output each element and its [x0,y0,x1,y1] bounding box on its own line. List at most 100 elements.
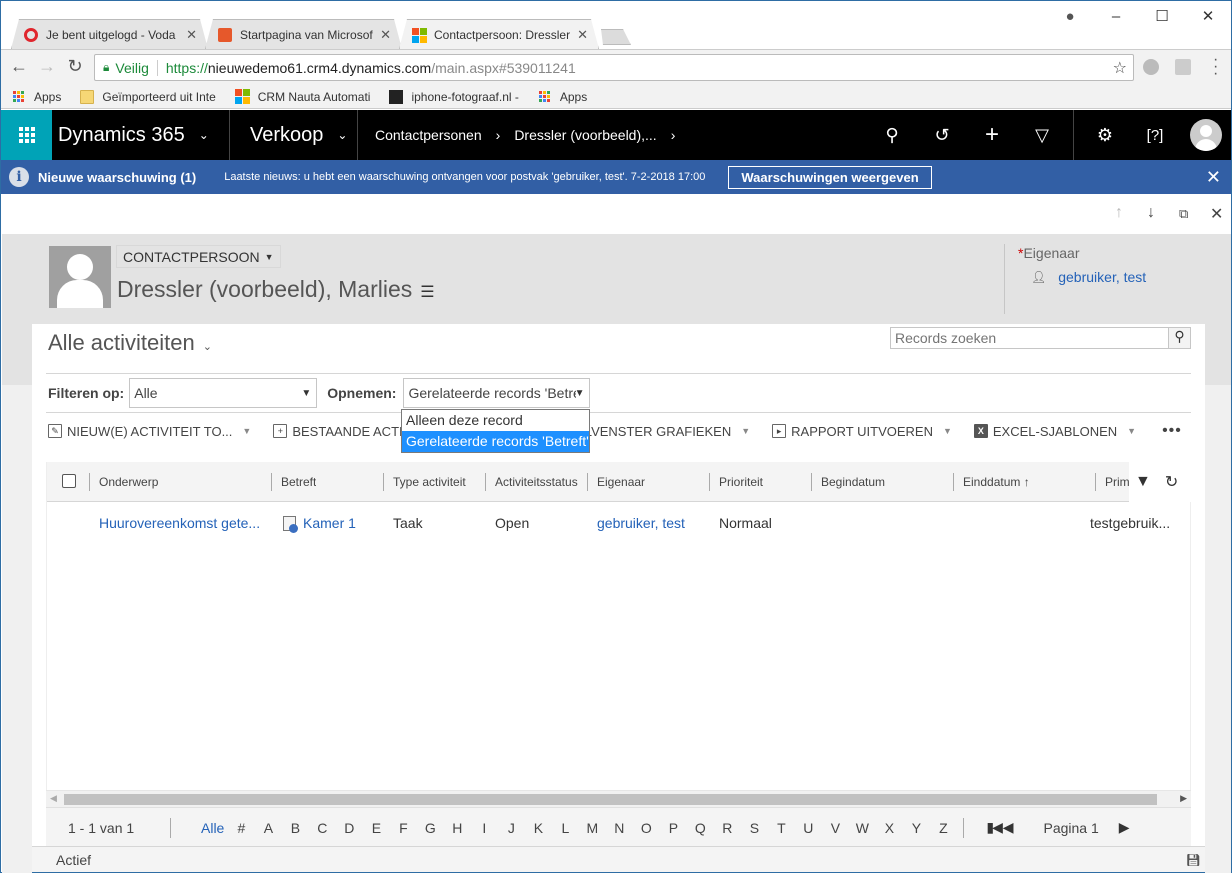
refresh-icon[interactable]: ↻ [1165,472,1178,492]
letter-filter[interactable]: K [531,820,545,836]
search-icon[interactable]: ⚲ [1168,328,1190,348]
rss-icon[interactable] [1175,59,1191,75]
column-header[interactable]: Prioriteit [709,462,763,502]
cell-owner-link[interactable]: gebruiker, test [597,502,685,544]
letter-filter[interactable]: F [396,820,410,836]
letter-filter[interactable]: W [855,820,869,836]
letter-filter[interactable]: U [801,820,815,836]
dropdown-option-selected[interactable]: Gerelateerde records 'Betreft' [402,431,589,452]
close-record-icon[interactable]: ✕ [1210,204,1223,224]
view-alerts-button[interactable]: Waarschuwingen weergeven [728,165,932,189]
profile-icon[interactable]: ● [1047,8,1093,25]
regarding-link[interactable]: Kamer 1 [303,515,356,531]
app-launcher-button[interactable] [1,110,52,160]
browser-tab[interactable]: Startpagina van Microsof ✕ [205,19,402,49]
column-header[interactable]: Type activiteit [383,462,466,502]
forward-button[interactable]: → [35,56,59,77]
browser-tab[interactable]: Je bent uitgelogd - Voda ✕ [11,19,208,49]
minimize-button[interactable]: – [1093,8,1139,25]
column-header[interactable]: Activiteitsstatus [485,462,578,502]
reload-button[interactable]: ↻ [63,56,87,77]
chevron-right-icon[interactable]: › [671,127,676,143]
letter-filter[interactable]: I [477,820,491,836]
letter-filter[interactable]: G [423,820,437,836]
column-header[interactable]: Onderwerp [89,462,158,502]
letter-filter[interactable]: C [315,820,329,836]
breadcrumb-contacts[interactable]: Contactpersonen [375,127,482,143]
letter-filter[interactable]: A [261,820,275,836]
search-icon[interactable]: ⚲ [867,125,917,146]
letter-filter[interactable]: J [504,820,518,836]
letter-filter[interactable]: Z [936,820,950,836]
next-record-icon[interactable]: ↓ [1147,204,1155,222]
table-row[interactable]: Huurovereenkomst gete... Kamer 1 Taak Op… [47,502,1190,544]
horizontal-scrollbar[interactable]: ◀ ▶ [46,790,1191,807]
filter-icon[interactable]: ▽ [1017,125,1067,146]
run-report-button[interactable]: ▸ RAPPORT UITVOEREN ▼ [772,424,952,439]
letter-filter[interactable]: H [450,820,464,836]
owner-field[interactable]: 👤︎ gebruiker, test [1031,269,1146,285]
letter-filter[interactable]: E [369,820,383,836]
help-icon[interactable]: [?] [1130,127,1180,144]
maximize-button[interactable]: ☐ [1139,7,1185,25]
letter-filter-all[interactable]: Alle [201,820,224,836]
breadcrumb-record[interactable]: Dressler (voorbeeld),... [514,127,656,143]
contact-photo[interactable] [49,246,111,308]
select-all-checkbox[interactable] [62,474,76,488]
column-header[interactable]: Eigenaar [587,462,645,502]
bookmark-item[interactable]: CRM Nauta Automati [234,89,370,104]
filter-select[interactable]: Alle ▼ [129,378,318,408]
bookmark-item[interactable]: Apps [12,90,61,104]
extension-icon[interactable] [1143,59,1159,75]
column-header[interactable]: Begindatum [811,462,885,502]
new-activity-button[interactable]: ✎ NIEUW(E) ACTIVITEIT TO... ▼ [48,424,251,439]
back-button[interactable]: ← [7,56,31,77]
more-commands-icon[interactable]: ••• [1162,422,1182,440]
filter-icon[interactable]: ▼ [1135,473,1151,491]
letter-filter[interactable]: P [666,820,680,836]
view-selector[interactable]: Alle activiteiten ⌄ [48,330,212,356]
close-tab-icon[interactable]: ✕ [380,27,391,43]
popout-icon[interactable]: ⧉ [1179,206,1188,222]
letter-filter[interactable]: B [288,820,302,836]
first-page-icon[interactable]: ▮◀ ◀ [986,819,1013,836]
letter-filter[interactable]: Y [909,820,923,836]
letter-filter[interactable]: O [639,820,653,836]
excel-templates-button[interactable]: X EXCEL-SJABLONEN ▼ [973,424,1136,439]
scroll-left-icon[interactable]: ◀ [50,793,57,804]
close-tab-icon[interactable]: ✕ [577,27,588,43]
search-input[interactable] [891,328,1168,348]
bookmark-item[interactable]: Apps [538,90,587,104]
app-switcher[interactable]: Dynamics 365 ⌄ [52,110,230,160]
entity-form-selector[interactable]: CONTACTPERSOON ▼ [116,245,281,268]
dropdown-option[interactable]: Alleen deze record [402,410,589,431]
history-icon[interactable]: ↺ [917,125,967,146]
letter-filter[interactable]: D [342,820,356,836]
letter-filter[interactable]: # [234,820,248,836]
search-field[interactable]: ⚲ [890,327,1191,349]
letter-filter[interactable]: T [774,820,788,836]
letter-filter[interactable]: L [558,820,572,836]
previous-record-icon[interactable]: ↑ [1115,204,1123,222]
scroll-right-icon[interactable]: ▶ [1180,793,1187,804]
browser-tab-active[interactable]: Contactpersoon: Dressler ✕ [399,19,599,49]
include-select[interactable]: Gerelateerde records 'Betref ▼ [403,378,591,408]
area-switcher[interactable]: Verkoop ⌄ [230,110,358,160]
letter-filter[interactable]: X [882,820,896,836]
letter-filter[interactable]: M [585,820,599,836]
bookmark-item[interactable]: iphone-fotograaf.nl - [389,89,519,104]
letter-filter[interactable]: N [612,820,626,836]
address-bar[interactable]: 🔒︎ Veilig https://nieuwedemo61.crm4.dyna… [94,54,1134,81]
scrollbar-thumb[interactable] [64,794,1157,805]
user-avatar[interactable] [1190,119,1222,151]
column-header-sorted[interactable]: Einddatum ↑ [953,462,1030,502]
close-tab-icon[interactable]: ✕ [186,27,197,43]
save-icon[interactable]: 💾︎ [1186,853,1201,867]
cell-subject-link[interactable]: Huurovereenkomst gete... [99,502,260,544]
letter-filter[interactable]: V [828,820,842,836]
bookmark-star-icon[interactable]: ☆ [1113,58,1127,78]
close-window-button[interactable]: ✕ [1185,7,1231,25]
next-page-icon[interactable]: ▶ [1119,819,1130,836]
letter-filter[interactable]: R [720,820,734,836]
owner-link[interactable]: gebruiker, test [1058,269,1146,285]
